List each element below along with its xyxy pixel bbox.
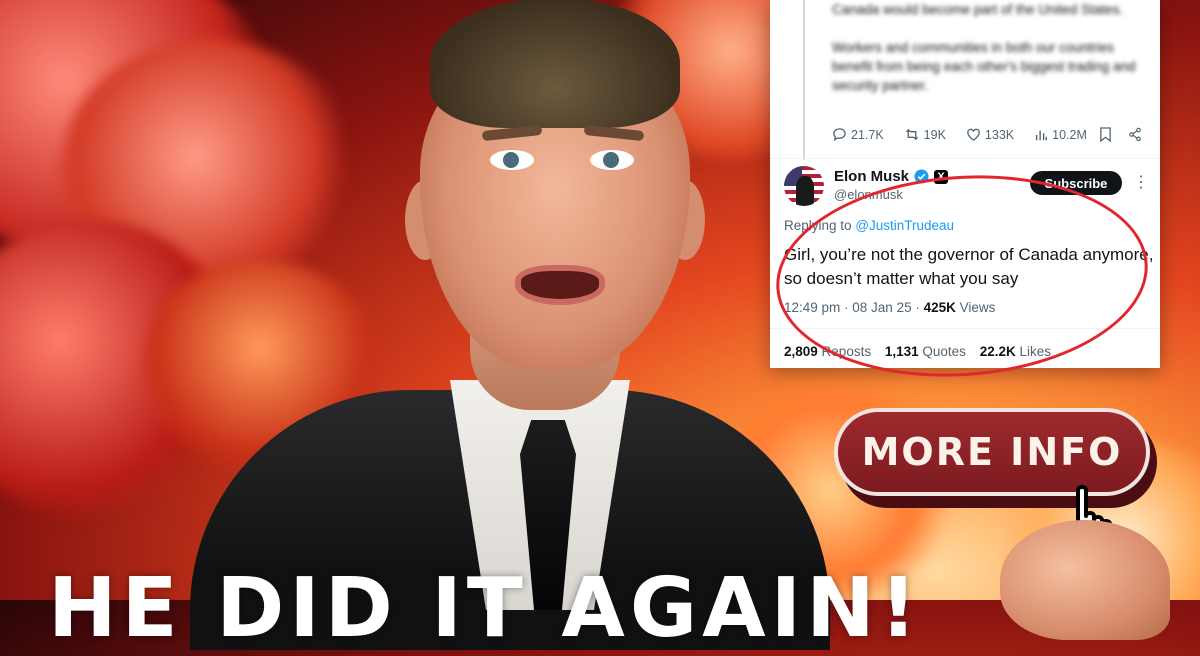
share-icon (1129, 127, 1141, 142)
eye (590, 150, 634, 170)
more-options-icon[interactable]: ⋮ (1133, 172, 1149, 192)
pointing-hand (1000, 520, 1170, 640)
headline-text: HE DID IT AGAIN! (48, 561, 923, 656)
reposts-count: 2,809 (784, 344, 818, 359)
like-action[interactable]: 133K (966, 127, 1014, 142)
divider (770, 158, 1160, 159)
reply-action[interactable]: 21.7K (832, 127, 884, 142)
reply-icon (833, 128, 846, 141)
more-info-label: MORE INFO (861, 430, 1123, 474)
previous-tweet-line: Canada would become part of the United S… (832, 2, 1124, 17)
hair (430, 0, 680, 128)
previous-tweet-line: Workers and communities in both our coun… (832, 40, 1136, 93)
bookmark-icon (1100, 127, 1111, 142)
previous-tweet-actions: 21.7K 19K 133K 10.2M (832, 127, 1152, 142)
views-icon (1036, 130, 1048, 140)
bookmark-action[interactable] (1099, 127, 1116, 142)
open-mouth (515, 265, 605, 305)
eye (490, 150, 534, 170)
repost-count: 19K (923, 127, 946, 142)
views-count: 10.2M (1052, 127, 1087, 142)
author-name-text: Elon Musk (834, 168, 910, 185)
like-count: 133K (984, 127, 1015, 142)
person-photo (150, 0, 850, 650)
repost-icon (905, 128, 918, 141)
author-avatar[interactable] (784, 166, 824, 206)
more-info-button[interactable]: MORE INFO (834, 408, 1150, 496)
previous-tweet-text: Canada would become part of the United S… (832, 0, 1142, 114)
share-action[interactable] (1128, 127, 1146, 142)
reply-count: 21.7K (851, 127, 884, 142)
repost-action[interactable]: 19K (904, 127, 946, 142)
views-action[interactable]: 10.2M (1034, 128, 1087, 142)
thread-line (803, 0, 805, 160)
heart-icon (967, 128, 980, 141)
